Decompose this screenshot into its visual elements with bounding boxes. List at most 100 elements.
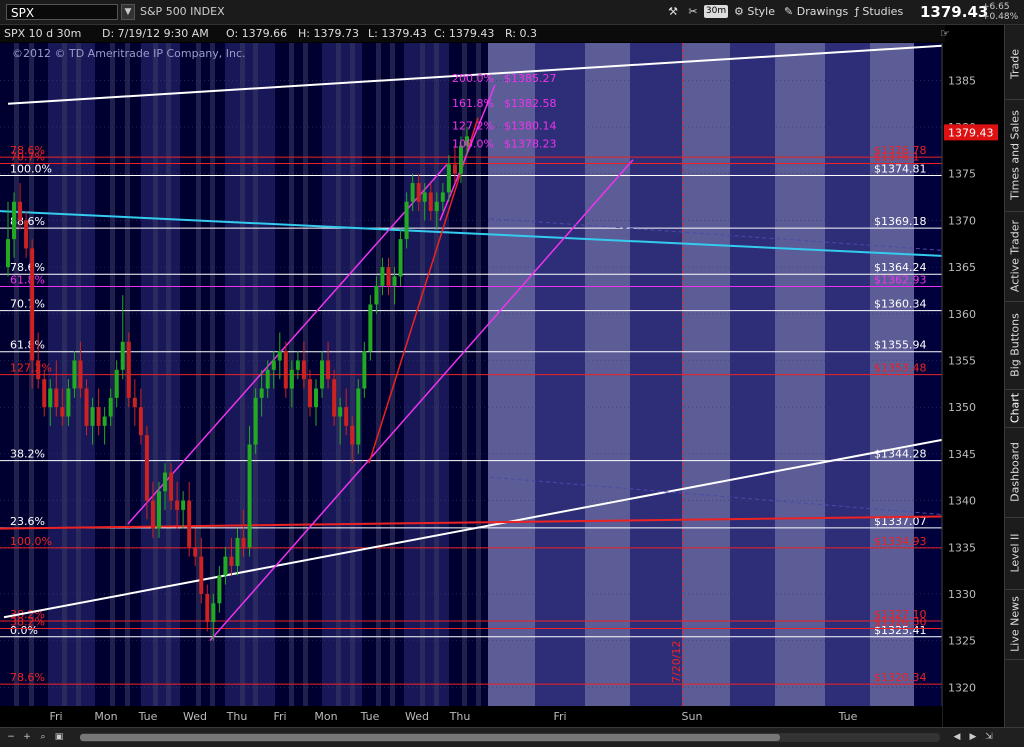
fib-level-price: $1374.81	[874, 163, 927, 176]
candle-body	[12, 201, 17, 240]
candle-body	[223, 556, 228, 576]
time-scrollbar[interactable]	[80, 733, 940, 742]
candle-body	[229, 556, 234, 566]
candle-body	[36, 360, 41, 380]
candle-body	[193, 547, 198, 557]
side-tab-label: Times and Sales	[1008, 110, 1022, 200]
fib-level-pct: 100.0%	[10, 163, 52, 176]
price-axis-background	[942, 43, 1004, 727]
fib-level-price: $1360.34	[874, 298, 927, 311]
fib-level-price: $1320.34	[874, 671, 927, 684]
time-tick-label: Sun	[682, 710, 703, 723]
candle-body	[144, 435, 149, 501]
time-tick-label: Mon	[94, 710, 117, 723]
fib-level-pct: 23.6%	[10, 515, 45, 528]
chevron-down-icon[interactable]: ▼	[121, 4, 135, 20]
cursor-icon[interactable]: ☞	[940, 25, 954, 42]
candle-body	[60, 407, 65, 417]
fib-level-price: $1326.30	[874, 615, 927, 628]
bottom-toolbar: − + ⌕ ▣ ◀ ▶ ⇲	[0, 727, 1024, 747]
aggregation-button[interactable]: 30m	[704, 5, 728, 18]
bar-open: O: 1379.66	[226, 27, 288, 40]
zoom-out-icon[interactable]: −	[4, 731, 18, 743]
price-tick-label: 1365	[948, 261, 976, 274]
arrow-right-icon[interactable]: ▶	[966, 731, 980, 743]
candle-body	[187, 500, 192, 548]
arrow-left-icon[interactable]: ◀	[950, 731, 964, 743]
time-tick-label: Tue	[838, 710, 858, 723]
studies-label: Studies	[862, 5, 904, 18]
candle-body	[18, 201, 23, 221]
candle-body	[114, 369, 119, 398]
fib-level-price: $1344.28	[874, 448, 927, 461]
expand-icon[interactable]: ⇲	[982, 731, 996, 743]
side-tab-trade[interactable]: Trade	[1005, 29, 1024, 100]
price-tick-label: 1325	[948, 635, 976, 648]
candle-body	[211, 603, 216, 622]
candle-body	[169, 472, 174, 501]
candle-body	[410, 183, 415, 202]
candle-body	[307, 379, 312, 408]
date-marker-label: 7/20/12	[670, 641, 683, 683]
candle-body	[434, 201, 439, 212]
side-tab-active-trader[interactable]: Active Trader	[1005, 211, 1024, 302]
price-tick-label: 1350	[948, 401, 976, 414]
fib-extension-price: $1380.14	[504, 120, 557, 133]
bar-range: R: 0.3	[505, 27, 538, 40]
candle-body	[380, 267, 385, 286]
candle-body	[386, 267, 391, 286]
drawings-button[interactable]: ✎ Drawings	[784, 4, 848, 20]
style-button[interactable]: ⚙ Style	[734, 4, 775, 20]
copyright-text: ©2012 © TD Ameritrade IP Company, Inc.	[12, 47, 246, 60]
bar-low: L: 1379.43	[368, 27, 427, 40]
candle-body	[392, 276, 397, 286]
side-tab-live-news[interactable]: Live News	[1005, 589, 1024, 660]
side-tab-label: Chart	[1008, 392, 1022, 424]
time-tick-label: Fri	[273, 710, 286, 723]
scrollbar-thumb[interactable]	[80, 734, 780, 741]
candle-body	[126, 341, 131, 398]
time-tick-label: Tue	[360, 710, 380, 723]
side-tab-level-ii[interactable]: Level II	[1005, 517, 1024, 590]
zoom-in-icon[interactable]: +	[20, 731, 34, 743]
candle-body	[181, 500, 186, 510]
fib-level-pct: 127.2%	[10, 362, 52, 375]
candle-body	[428, 192, 433, 212]
change-absolute: +6.65	[982, 2, 1010, 12]
fib-level-pct: 38.2%	[10, 448, 45, 461]
candle-body	[217, 575, 222, 604]
candle-body	[277, 351, 282, 361]
time-tick-label: Mon	[314, 710, 337, 723]
fib-extension-price: $1378.23	[504, 138, 557, 151]
candle-body	[163, 472, 168, 492]
fib-level-price: $1353.48	[874, 362, 927, 375]
candle-body	[271, 360, 276, 370]
side-tab-big-buttons[interactable]: Big Buttons	[1005, 301, 1024, 390]
side-tab-label: Trade	[1008, 48, 1022, 80]
time-tick-label: Thu	[449, 710, 471, 723]
side-tab-chart[interactable]: Chart	[1005, 389, 1024, 428]
candle-body	[96, 407, 101, 426]
candle-body	[289, 369, 294, 389]
wrench-icon[interactable]: ⚒	[664, 4, 682, 20]
candle-body	[253, 397, 258, 445]
candle-body	[205, 593, 210, 622]
candle-body	[368, 304, 373, 352]
tools-icon[interactable]: ✂	[684, 4, 702, 20]
chart-info-bar: SPX 10 d 30m D: 7/19/12 9:30 AM O: 1379.…	[0, 25, 950, 42]
side-tab-label: Active Trader	[1008, 219, 1022, 293]
studies-button[interactable]: ƒ Studies	[855, 4, 903, 20]
zoom-fit-icon[interactable]: ▣	[52, 731, 66, 743]
side-tab-times-and-sales[interactable]: Times and Sales	[1005, 99, 1024, 212]
price-tick-label: 1355	[948, 354, 976, 367]
fib-extension-pct: 127.2%	[452, 120, 494, 133]
symbol-input[interactable]: SPX	[6, 4, 118, 20]
zoom-icon[interactable]: ⌕	[36, 731, 50, 743]
fib-extension-pct: 161.8%	[452, 97, 494, 110]
price-tick-label: 1385	[948, 74, 976, 87]
price-chart[interactable]: 7/20/12 100.0%$1374.8188.6%$1369.1878.6%…	[0, 43, 1004, 727]
candle-body	[332, 379, 337, 417]
fib-extension-pct: 200.0%	[452, 72, 494, 85]
price-tick-label: 1370	[948, 214, 976, 227]
side-tab-dashboard[interactable]: Dashboard	[1005, 427, 1024, 518]
